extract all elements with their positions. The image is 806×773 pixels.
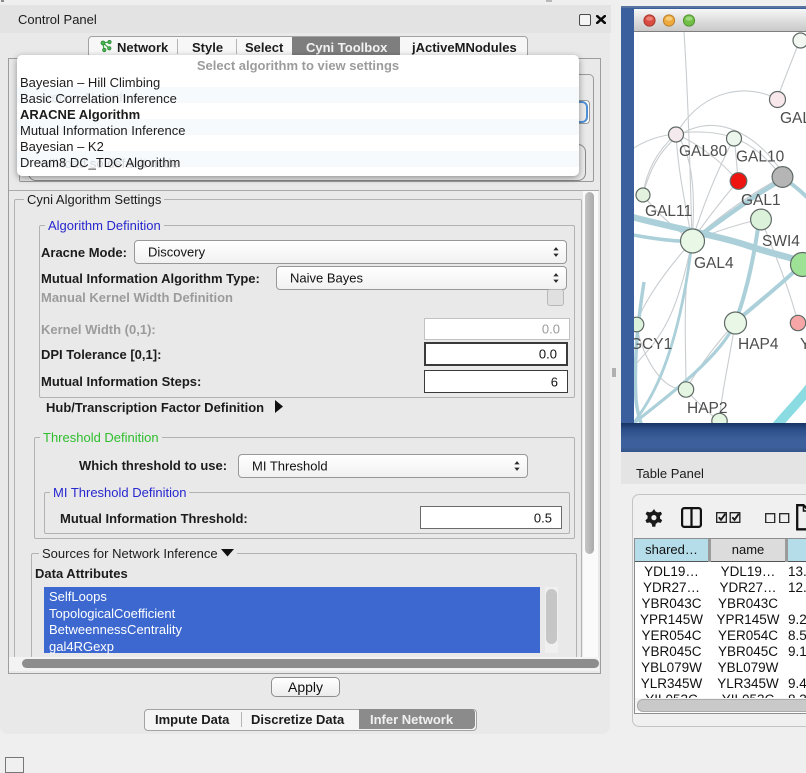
svg-text:HAP4: HAP4 bbox=[738, 336, 779, 353]
svg-text:GAL1: GAL1 bbox=[741, 192, 781, 209]
svg-text:GCY1: GCY1 bbox=[634, 336, 672, 353]
svg-text:GAL2: GAL2 bbox=[780, 110, 806, 127]
svg-text:GAL11: GAL11 bbox=[645, 203, 692, 220]
svg-text:GAL4: GAL4 bbox=[694, 255, 734, 272]
svg-text:HAP2: HAP2 bbox=[687, 400, 728, 417]
svg-text:YM: YM bbox=[800, 336, 806, 353]
svg-text:GAL80: GAL80 bbox=[679, 143, 728, 160]
svg-text:GAL10: GAL10 bbox=[736, 149, 785, 166]
svg-text:SWI4: SWI4 bbox=[762, 233, 800, 250]
